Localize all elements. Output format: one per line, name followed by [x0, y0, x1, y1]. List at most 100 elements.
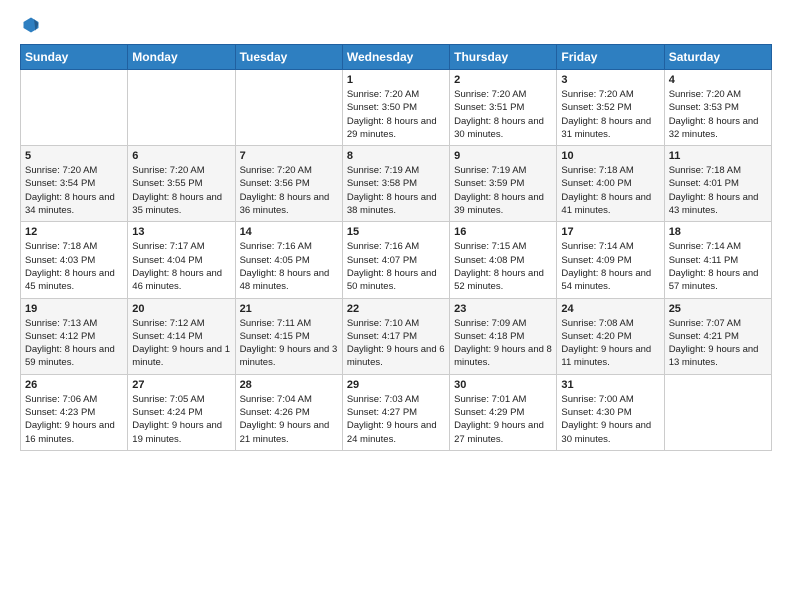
day-cell: 20 Sunrise: 7:12 AM Sunset: 4:14 PM Dayli… — [128, 298, 235, 374]
day-cell: 23Sunrise: 7:09 AM Sunset: 4:18 PM Dayli… — [450, 298, 557, 374]
day-cell: 16Sunrise: 7:15 AM Sunset: 4:08 PM Dayli… — [450, 222, 557, 298]
week-row-3: 12Sunrise: 7:18 AM Sunset: 4:03 PM Dayli… — [21, 222, 772, 298]
day-cell: 27 Sunrise: 7:05 AM Sunset: 4:24 PM Dayli… — [128, 374, 235, 450]
day-cell: 24 Sunrise: 7:08 AM Sunset: 4:20 PM Dayli… — [557, 298, 664, 374]
day-number: 20 — [132, 303, 230, 315]
day-info: Sunrise: 7:18 AM Sunset: 4:01 PM Dayligh… — [669, 164, 767, 217]
day-cell: 4 Sunrise: 7:20 AM Sunset: 3:53 PM Daylig… — [664, 70, 771, 146]
day-info: Sunrise: 7:03 AM Sunset: 4:27 PM Dayligh… — [347, 393, 445, 446]
weekday-header-monday: Monday — [128, 45, 235, 70]
day-number: 9 — [454, 150, 552, 162]
day-cell: 19 Sunrise: 7:13 AM Sunset: 4:12 PM Dayli… — [21, 298, 128, 374]
day-number: 1 — [347, 74, 445, 86]
day-number: 28 — [240, 379, 338, 391]
day-info: Sunrise: 7:19 AM Sunset: 3:59 PM Dayligh… — [454, 164, 552, 217]
day-cell — [128, 70, 235, 146]
weekday-header-tuesday: Tuesday — [235, 45, 342, 70]
day-info: Sunrise: 7:20 AM Sunset: 3:53 PM Dayligh… — [669, 88, 767, 141]
day-info: Sunrise: 7:05 AM Sunset: 4:24 PM Dayligh… — [132, 393, 230, 446]
week-row-5: 26 Sunrise: 7:06 AM Sunset: 4:23 PM Dayli… — [21, 374, 772, 450]
week-row-2: 5 Sunrise: 7:20 AM Sunset: 3:54 PM Daylig… — [21, 146, 772, 222]
day-info: Sunrise: 7:07 AM Sunset: 4:21 PM Dayligh… — [669, 317, 767, 370]
day-info: Sunrise: 7:14 AM Sunset: 4:09 PM Dayligh… — [561, 240, 659, 293]
day-cell: 5 Sunrise: 7:20 AM Sunset: 3:54 PM Daylig… — [21, 146, 128, 222]
day-cell: 14 Sunrise: 7:16 AM Sunset: 4:05 PM Dayli… — [235, 222, 342, 298]
week-row-1: 1 Sunrise: 7:20 AM Sunset: 3:50 PM Daylig… — [21, 70, 772, 146]
weekday-header-friday: Friday — [557, 45, 664, 70]
day-number: 23 — [454, 303, 552, 315]
day-cell: 12Sunrise: 7:18 AM Sunset: 4:03 PM Dayli… — [21, 222, 128, 298]
day-info: Sunrise: 7:16 AM Sunset: 4:05 PM Dayligh… — [240, 240, 338, 293]
day-info: Sunrise: 7:15 AM Sunset: 4:08 PM Dayligh… — [454, 240, 552, 293]
week-row-4: 19 Sunrise: 7:13 AM Sunset: 4:12 PM Dayli… — [21, 298, 772, 374]
day-cell — [664, 374, 771, 450]
day-number: 8 — [347, 150, 445, 162]
day-cell: 13Sunrise: 7:17 AM Sunset: 4:04 PM Dayli… — [128, 222, 235, 298]
day-info: Sunrise: 7:20 AM Sunset: 3:55 PM Dayligh… — [132, 164, 230, 217]
day-cell: 8 Sunrise: 7:19 AM Sunset: 3:58 PM Daylig… — [342, 146, 449, 222]
day-number: 17 — [561, 226, 659, 238]
day-info: Sunrise: 7:00 AM Sunset: 4:30 PM Dayligh… — [561, 393, 659, 446]
day-info: Sunrise: 7:14 AM Sunset: 4:11 PM Dayligh… — [669, 240, 767, 293]
day-cell: 31 Sunrise: 7:00 AM Sunset: 4:30 PM Dayli… — [557, 374, 664, 450]
day-info: Sunrise: 7:18 AM Sunset: 4:00 PM Dayligh… — [561, 164, 659, 217]
logo-icon — [22, 16, 40, 34]
day-cell: 21 Sunrise: 7:11 AM Sunset: 4:15 PM Dayli… — [235, 298, 342, 374]
day-info: Sunrise: 7:08 AM Sunset: 4:20 PM Dayligh… — [561, 317, 659, 370]
day-info: Sunrise: 7:12 AM Sunset: 4:14 PM Dayligh… — [132, 317, 230, 370]
day-cell: 10 Sunrise: 7:18 AM Sunset: 4:00 PM Dayli… — [557, 146, 664, 222]
day-number: 6 — [132, 150, 230, 162]
day-cell: 25 Sunrise: 7:07 AM Sunset: 4:21 PM Dayli… — [664, 298, 771, 374]
day-cell: 30Sunrise: 7:01 AM Sunset: 4:29 PM Dayli… — [450, 374, 557, 450]
day-cell: 17 Sunrise: 7:14 AM Sunset: 4:09 PM Dayli… — [557, 222, 664, 298]
weekday-header-sunday: Sunday — [21, 45, 128, 70]
day-number: 7 — [240, 150, 338, 162]
day-cell: 22 Sunrise: 7:10 AM Sunset: 4:17 PM Dayli… — [342, 298, 449, 374]
day-number: 12 — [25, 226, 123, 238]
day-cell: 11 Sunrise: 7:18 AM Sunset: 4:01 PM Dayli… — [664, 146, 771, 222]
day-number: 29 — [347, 379, 445, 391]
day-info: Sunrise: 7:20 AM Sunset: 3:56 PM Dayligh… — [240, 164, 338, 217]
day-number: 30 — [454, 379, 552, 391]
day-info: Sunrise: 7:13 AM Sunset: 4:12 PM Dayligh… — [25, 317, 123, 370]
day-number: 3 — [561, 74, 659, 86]
day-number: 11 — [669, 150, 767, 162]
day-cell: 2Sunrise: 7:20 AM Sunset: 3:51 PM Daylig… — [450, 70, 557, 146]
day-number: 14 — [240, 226, 338, 238]
day-cell: 18Sunrise: 7:14 AM Sunset: 4:11 PM Dayli… — [664, 222, 771, 298]
day-number: 21 — [240, 303, 338, 315]
day-cell: 7 Sunrise: 7:20 AM Sunset: 3:56 PM Daylig… — [235, 146, 342, 222]
day-cell — [235, 70, 342, 146]
day-number: 2 — [454, 74, 552, 86]
day-number: 25 — [669, 303, 767, 315]
day-cell — [21, 70, 128, 146]
day-number: 5 — [25, 150, 123, 162]
day-cell: 1 Sunrise: 7:20 AM Sunset: 3:50 PM Daylig… — [342, 70, 449, 146]
day-info: Sunrise: 7:06 AM Sunset: 4:23 PM Dayligh… — [25, 393, 123, 446]
day-number: 19 — [25, 303, 123, 315]
day-info: Sunrise: 7:20 AM Sunset: 3:50 PM Dayligh… — [347, 88, 445, 141]
day-info: Sunrise: 7:10 AM Sunset: 4:17 PM Dayligh… — [347, 317, 445, 370]
day-info: Sunrise: 7:20 AM Sunset: 3:52 PM Dayligh… — [561, 88, 659, 141]
weekday-header-row: SundayMondayTuesdayWednesdayThursdayFrid… — [21, 45, 772, 70]
day-cell: 29 Sunrise: 7:03 AM Sunset: 4:27 PM Dayli… — [342, 374, 449, 450]
weekday-header-saturday: Saturday — [664, 45, 771, 70]
day-number: 22 — [347, 303, 445, 315]
day-info: Sunrise: 7:19 AM Sunset: 3:58 PM Dayligh… — [347, 164, 445, 217]
day-info: Sunrise: 7:20 AM Sunset: 3:54 PM Dayligh… — [25, 164, 123, 217]
day-cell: 15Sunrise: 7:16 AM Sunset: 4:07 PM Dayli… — [342, 222, 449, 298]
day-cell: 6 Sunrise: 7:20 AM Sunset: 3:55 PM Daylig… — [128, 146, 235, 222]
day-info: Sunrise: 7:11 AM Sunset: 4:15 PM Dayligh… — [240, 317, 338, 370]
day-number: 24 — [561, 303, 659, 315]
day-cell: 9 Sunrise: 7:19 AM Sunset: 3:59 PM Daylig… — [450, 146, 557, 222]
logo-text — [20, 16, 40, 34]
day-number: 4 — [669, 74, 767, 86]
day-number: 26 — [25, 379, 123, 391]
day-number: 10 — [561, 150, 659, 162]
day-cell: 28Sunrise: 7:04 AM Sunset: 4:26 PM Dayli… — [235, 374, 342, 450]
day-number: 31 — [561, 379, 659, 391]
logo — [20, 16, 40, 34]
day-cell: 3 Sunrise: 7:20 AM Sunset: 3:52 PM Daylig… — [557, 70, 664, 146]
calendar-table: SundayMondayTuesdayWednesdayThursdayFrid… — [20, 44, 772, 451]
day-number: 27 — [132, 379, 230, 391]
